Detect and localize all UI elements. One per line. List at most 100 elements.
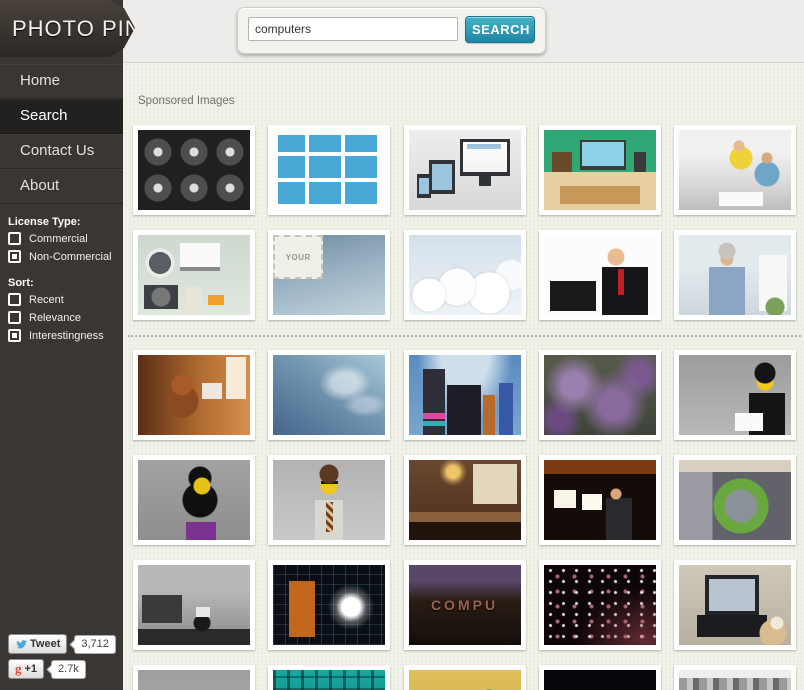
thumbnail-apple-night[interactable] <box>268 560 390 650</box>
results-area: Sponsored Images YOUR COMPU <box>123 63 804 690</box>
thumbnail-lego-gray[interactable] <box>133 665 255 690</box>
thumbnail-sky[interactable] <box>268 350 390 440</box>
thumbnail-blue-grid[interactable] <box>268 125 390 215</box>
thumbnail-responsive[interactable] <box>404 125 526 215</box>
checkbox-unchecked-icon[interactable] <box>8 293 21 306</box>
thumbnail-lego-beard[interactable] <box>133 455 255 545</box>
thumbnail-thumbsup-man[interactable] <box>539 230 661 320</box>
thumbnail-image <box>409 130 521 210</box>
thumbnail-dark-icons[interactable] <box>133 125 255 215</box>
search-input[interactable] <box>248 17 458 41</box>
thumbnail-overlay-text: YOUR <box>273 235 323 279</box>
results-row-2 <box>133 455 796 545</box>
thumbnail-overlay-text: COMPU <box>409 565 521 645</box>
gplus-label: +1 <box>25 663 38 675</box>
thumbnail-image <box>138 670 250 690</box>
thumbnail-doctor[interactable] <box>674 230 796 320</box>
thumbnail-bw-office[interactable] <box>133 560 255 650</box>
thumbnail-laptop-dog[interactable] <box>674 560 796 650</box>
thumbnail-circuit-stamp[interactable]: YOUR <box>268 230 390 320</box>
sidebar-item-search[interactable]: Search <box>0 99 123 134</box>
sidebar: HomeSearchContact UsAbout License Type: … <box>0 0 123 690</box>
thumbnail-image <box>544 235 656 315</box>
sort-heading: Sort: <box>8 277 120 289</box>
thumbnail-image <box>273 670 385 690</box>
gplus-button[interactable]: g +1 <box>8 659 44 679</box>
twitter-bird-icon <box>15 638 27 650</box>
thumbnail-image <box>544 670 656 690</box>
thumbnail-image <box>679 670 791 690</box>
thumbnail-teal-circuit[interactable] <box>268 665 390 690</box>
thumbnail-gadgets-flat[interactable] <box>133 230 255 320</box>
checkbox-label: Commercial <box>29 233 88 245</box>
thumbnail-paper-clouds[interactable] <box>404 230 526 320</box>
thumbnail-lego-paper[interactable] <box>674 350 796 440</box>
checkbox-label: Relevance <box>29 312 81 324</box>
logo-badge[interactable]: PHOTO PIN <box>0 0 135 57</box>
thumbnail-office-people[interactable] <box>674 125 796 215</box>
tweet-label: Tweet <box>30 638 60 650</box>
sort-filter-group: Sort: Recent Relevance Interestingness <box>8 277 120 342</box>
checkbox-label: Interestingness <box>29 330 104 342</box>
license-filter-group: License Type: Commercial Non-Commercial <box>8 216 120 263</box>
thumbnail-image <box>679 565 791 645</box>
tweet-button[interactable]: Tweet <box>8 634 67 654</box>
checkbox-checked-icon[interactable] <box>8 250 21 263</box>
thumbnail-image <box>544 565 656 645</box>
thumbnail-image: YOUR <box>273 235 385 315</box>
thumbnail-image: COMPU <box>409 565 521 645</box>
thumbnail-bokeh[interactable] <box>539 560 661 650</box>
sponsored-row-2: YOUR <box>133 230 796 320</box>
sidebar-item-home[interactable]: Home <box>0 64 123 99</box>
checkbox-unchecked-icon[interactable] <box>8 232 21 245</box>
sidebar-item-about[interactable]: About <box>0 169 123 204</box>
checkbox-interestingness[interactable]: Interestingness <box>8 329 120 342</box>
thumbnail-purple-blur[interactable] <box>539 350 661 440</box>
sponsored-separator <box>128 335 801 337</box>
sort-options: Recent Relevance Interestingness <box>8 293 120 342</box>
search-bar: SEARCH <box>237 7 546 54</box>
thumbnail-image <box>679 355 791 435</box>
checkbox-commercial[interactable]: Commercial <box>8 232 120 245</box>
thumbnail-image <box>138 355 250 435</box>
thumbnail-yellow-room[interactable] <box>404 665 526 690</box>
thumbnail-compu-sign[interactable]: COMPU <box>404 560 526 650</box>
thumbnail-image <box>138 130 250 210</box>
checkbox-label: Non-Commercial <box>29 251 112 263</box>
sponsored-images-heading: Sponsored Images <box>138 95 235 107</box>
checkbox-non-commercial[interactable]: Non-Commercial <box>8 250 120 263</box>
tweet-row: Tweet 3,712 <box>8 634 116 654</box>
thumbnail-lego-glasses[interactable] <box>268 455 390 545</box>
thumbnail-image <box>273 460 385 540</box>
thumbnail-dark-curve[interactable] <box>539 665 661 690</box>
thumbnail-image <box>138 460 250 540</box>
thumbnail-dark-monitors[interactable] <box>539 455 661 545</box>
filter-panel: License Type: Commercial Non-Commercial S… <box>8 210 120 347</box>
thumbnail-woman-orange[interactable] <box>133 350 255 440</box>
sidebar-item-contact-us[interactable]: Contact Us <box>0 134 123 169</box>
thumbnail-image <box>679 460 791 540</box>
thumbnail-image <box>273 130 385 210</box>
photo-pin-app: HomeSearchContact UsAbout License Type: … <box>0 0 804 690</box>
image-grid: YOUR COMPU <box>133 125 796 690</box>
tweet-count: 3,712 <box>74 635 116 654</box>
checkbox-recent[interactable]: Recent <box>8 293 120 306</box>
thumbnail-image <box>544 460 656 540</box>
thumbnail-flat-workspace[interactable] <box>539 125 661 215</box>
results-row-4 <box>133 665 796 690</box>
thumbnail-image <box>409 460 521 540</box>
license-type-heading: License Type: <box>8 216 120 228</box>
thumbnail-green-frame[interactable] <box>674 455 796 545</box>
checkbox-unchecked-icon[interactable] <box>8 311 21 324</box>
checkbox-checked-icon[interactable] <box>8 329 21 342</box>
results-row-1 <box>133 350 796 440</box>
thumbnail-library[interactable] <box>404 455 526 545</box>
google-g-icon: g <box>15 661 22 677</box>
search-button[interactable]: SEARCH <box>465 16 535 43</box>
checkbox-relevance[interactable]: Relevance <box>8 311 120 324</box>
thumbnail-bw-building[interactable] <box>674 665 796 690</box>
sponsored-row-1 <box>133 125 796 215</box>
social-buttons: Tweet 3,712 g +1 2.7k <box>8 634 116 684</box>
sidebar-nav: HomeSearchContact UsAbout <box>0 64 123 204</box>
thumbnail-city-hdr[interactable] <box>404 350 526 440</box>
